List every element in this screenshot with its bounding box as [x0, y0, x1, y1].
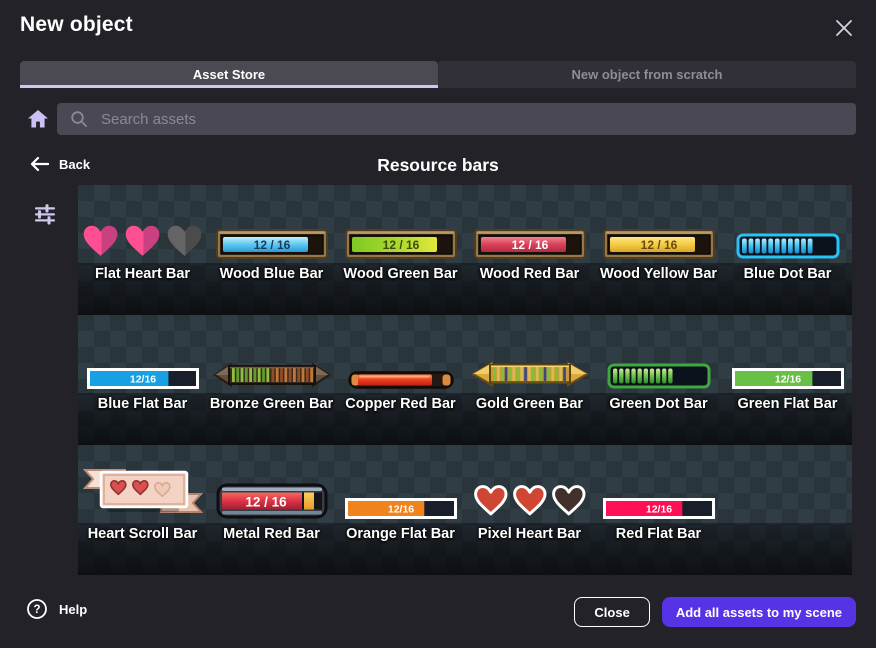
tab-asset-store[interactable]: Asset Store	[20, 61, 438, 88]
search-box	[57, 103, 856, 135]
green-dot-bar-preview	[607, 315, 711, 393]
svg-text:12/16: 12/16	[129, 374, 155, 386]
svg-text:12 / 16: 12 / 16	[382, 238, 419, 252]
add-all-assets-button[interactable]: Add all assets to my scene	[662, 597, 856, 627]
pixel-heart-bar-preview	[472, 445, 588, 523]
tab-bar: Asset StoreNew object from scratch	[20, 61, 856, 88]
asset-tile-red-flat-bar[interactable]: 12/16 Red Flat Bar	[594, 445, 723, 575]
page-title: New object	[20, 13, 133, 37]
flat-heart-bar-preview	[82, 185, 204, 263]
asset-tile-green-flat-bar[interactable]: 12/16 Green Flat Bar	[723, 315, 852, 445]
asset-row: 12/16 Blue Flat Bar Bronze Green Bar Copp…	[78, 315, 852, 445]
metal-red-bar-preview: 12 / 16	[216, 445, 328, 523]
asset-label: Wood Blue Bar	[220, 266, 324, 282]
close-icon[interactable]	[832, 16, 856, 40]
asset-tile-copper-red-bar[interactable]: Copper Red Bar	[336, 315, 465, 445]
copper-red-bar-preview	[348, 315, 454, 393]
wood-red-bar-preview: 12 / 16	[474, 185, 586, 263]
blue-dot-bar-preview	[736, 185, 840, 263]
svg-text:?: ?	[33, 604, 40, 616]
asset-label: Blue Flat Bar	[98, 396, 187, 412]
asset-label: Green Flat Bar	[738, 396, 838, 412]
wood-green-bar-preview: 12 / 16	[345, 185, 457, 263]
asset-tile-wood-green-bar[interactable]: 12 / 16 Wood Green Bar	[336, 185, 465, 315]
close-button[interactable]: Close	[574, 597, 649, 627]
footer-actions: Close Add all assets to my scene	[574, 597, 856, 627]
orange-flat-bar-preview: 12/16	[345, 445, 457, 523]
new-object-dialog: New object Asset StoreNew object from sc…	[0, 0, 876, 648]
asset-label: Blue Dot Bar	[744, 266, 832, 282]
asset-label: Flat Heart Bar	[95, 266, 190, 282]
asset-tile-wood-yellow-bar[interactable]: 12 / 16 Wood Yellow Bar	[594, 185, 723, 315]
svg-text:12/16: 12/16	[645, 504, 671, 516]
svg-text:12/16: 12/16	[387, 504, 413, 516]
search-input[interactable]	[99, 110, 743, 129]
heart-scroll-bar-preview	[81, 445, 205, 523]
asset-tile-blue-dot-bar[interactable]: Blue Dot Bar	[723, 185, 852, 315]
svg-text:12 / 16: 12 / 16	[640, 238, 677, 252]
bronze-green-bar-preview	[213, 315, 331, 393]
asset-label: Bronze Green Bar	[210, 396, 333, 412]
asset-row: Flat Heart Bar 12 / 16 Wood Blue Bar 12 /…	[78, 185, 852, 315]
asset-label: Wood Yellow Bar	[600, 266, 717, 282]
asset-tile-gold-green-bar[interactable]: Gold Green Bar	[465, 315, 594, 445]
asset-tile-green-dot-bar[interactable]: Green Dot Bar	[594, 315, 723, 445]
asset-label: Metal Red Bar	[223, 526, 320, 542]
help-button[interactable]: ? Help	[26, 598, 87, 620]
help-label: Help	[59, 602, 87, 617]
green-flat-bar-preview: 12/16	[732, 315, 844, 393]
asset-label: Red Flat Bar	[616, 526, 701, 542]
asset-label: Copper Red Bar	[345, 396, 455, 412]
asset-label: Heart Scroll Bar	[88, 526, 198, 542]
home-glyph	[26, 107, 50, 131]
filter-sliders-icon	[32, 201, 58, 227]
svg-text:12 / 16: 12 / 16	[511, 238, 548, 252]
red-flat-bar-preview: 12/16	[603, 445, 715, 523]
asset-tile-blue-flat-bar[interactable]: 12/16 Blue Flat Bar	[78, 315, 207, 445]
asset-tile-wood-blue-bar[interactable]: 12 / 16 Wood Blue Bar	[207, 185, 336, 315]
search-icon	[70, 110, 88, 128]
asset-tile-metal-red-bar[interactable]: 12 / 16 Metal Red Bar	[207, 445, 336, 575]
help-icon: ?	[26, 598, 48, 620]
asset-label: Wood Green Bar	[343, 266, 457, 282]
wood-yellow-bar-preview: 12 / 16	[603, 185, 715, 263]
tab-new-object-from-scratch[interactable]: New object from scratch	[438, 61, 856, 88]
asset-label: Wood Red Bar	[480, 266, 580, 282]
close-x-glyph	[832, 16, 856, 40]
svg-text:12 / 16: 12 / 16	[245, 495, 287, 510]
asset-tile-pixel-heart-bar[interactable]: Pixel Heart Bar	[465, 445, 594, 575]
asset-tile-heart-scroll-bar[interactable]: Heart Scroll Bar	[78, 445, 207, 575]
asset-tile-flat-heart-bar[interactable]: Flat Heart Bar	[78, 185, 207, 315]
svg-text:12/16: 12/16	[774, 374, 800, 386]
svg-text:12 / 16: 12 / 16	[253, 238, 290, 252]
asset-label: Orange Flat Bar	[346, 526, 455, 542]
asset-label: Gold Green Bar	[476, 396, 583, 412]
asset-tile-orange-flat-bar[interactable]: 12/16 Orange Flat Bar	[336, 445, 465, 575]
asset-tile-wood-red-bar[interactable]: 12 / 16 Wood Red Bar	[465, 185, 594, 315]
home-icon[interactable]	[25, 107, 51, 133]
asset-tile-bronze-green-bar[interactable]: Bronze Green Bar	[207, 315, 336, 445]
section-title: Resource bars	[0, 155, 876, 176]
blue-flat-bar-preview: 12/16	[87, 315, 199, 393]
gold-green-bar-preview	[471, 315, 589, 393]
asset-grid: Flat Heart Bar 12 / 16 Wood Blue Bar 12 /…	[78, 185, 852, 575]
asset-row: Heart Scroll Bar 12 / 16 Metal Red Bar 12…	[78, 445, 852, 575]
asset-label: Green Dot Bar	[609, 396, 707, 412]
wood-blue-bar-preview: 12 / 16	[216, 185, 328, 263]
asset-label: Pixel Heart Bar	[478, 526, 581, 542]
filter-icon-button[interactable]	[31, 201, 59, 229]
